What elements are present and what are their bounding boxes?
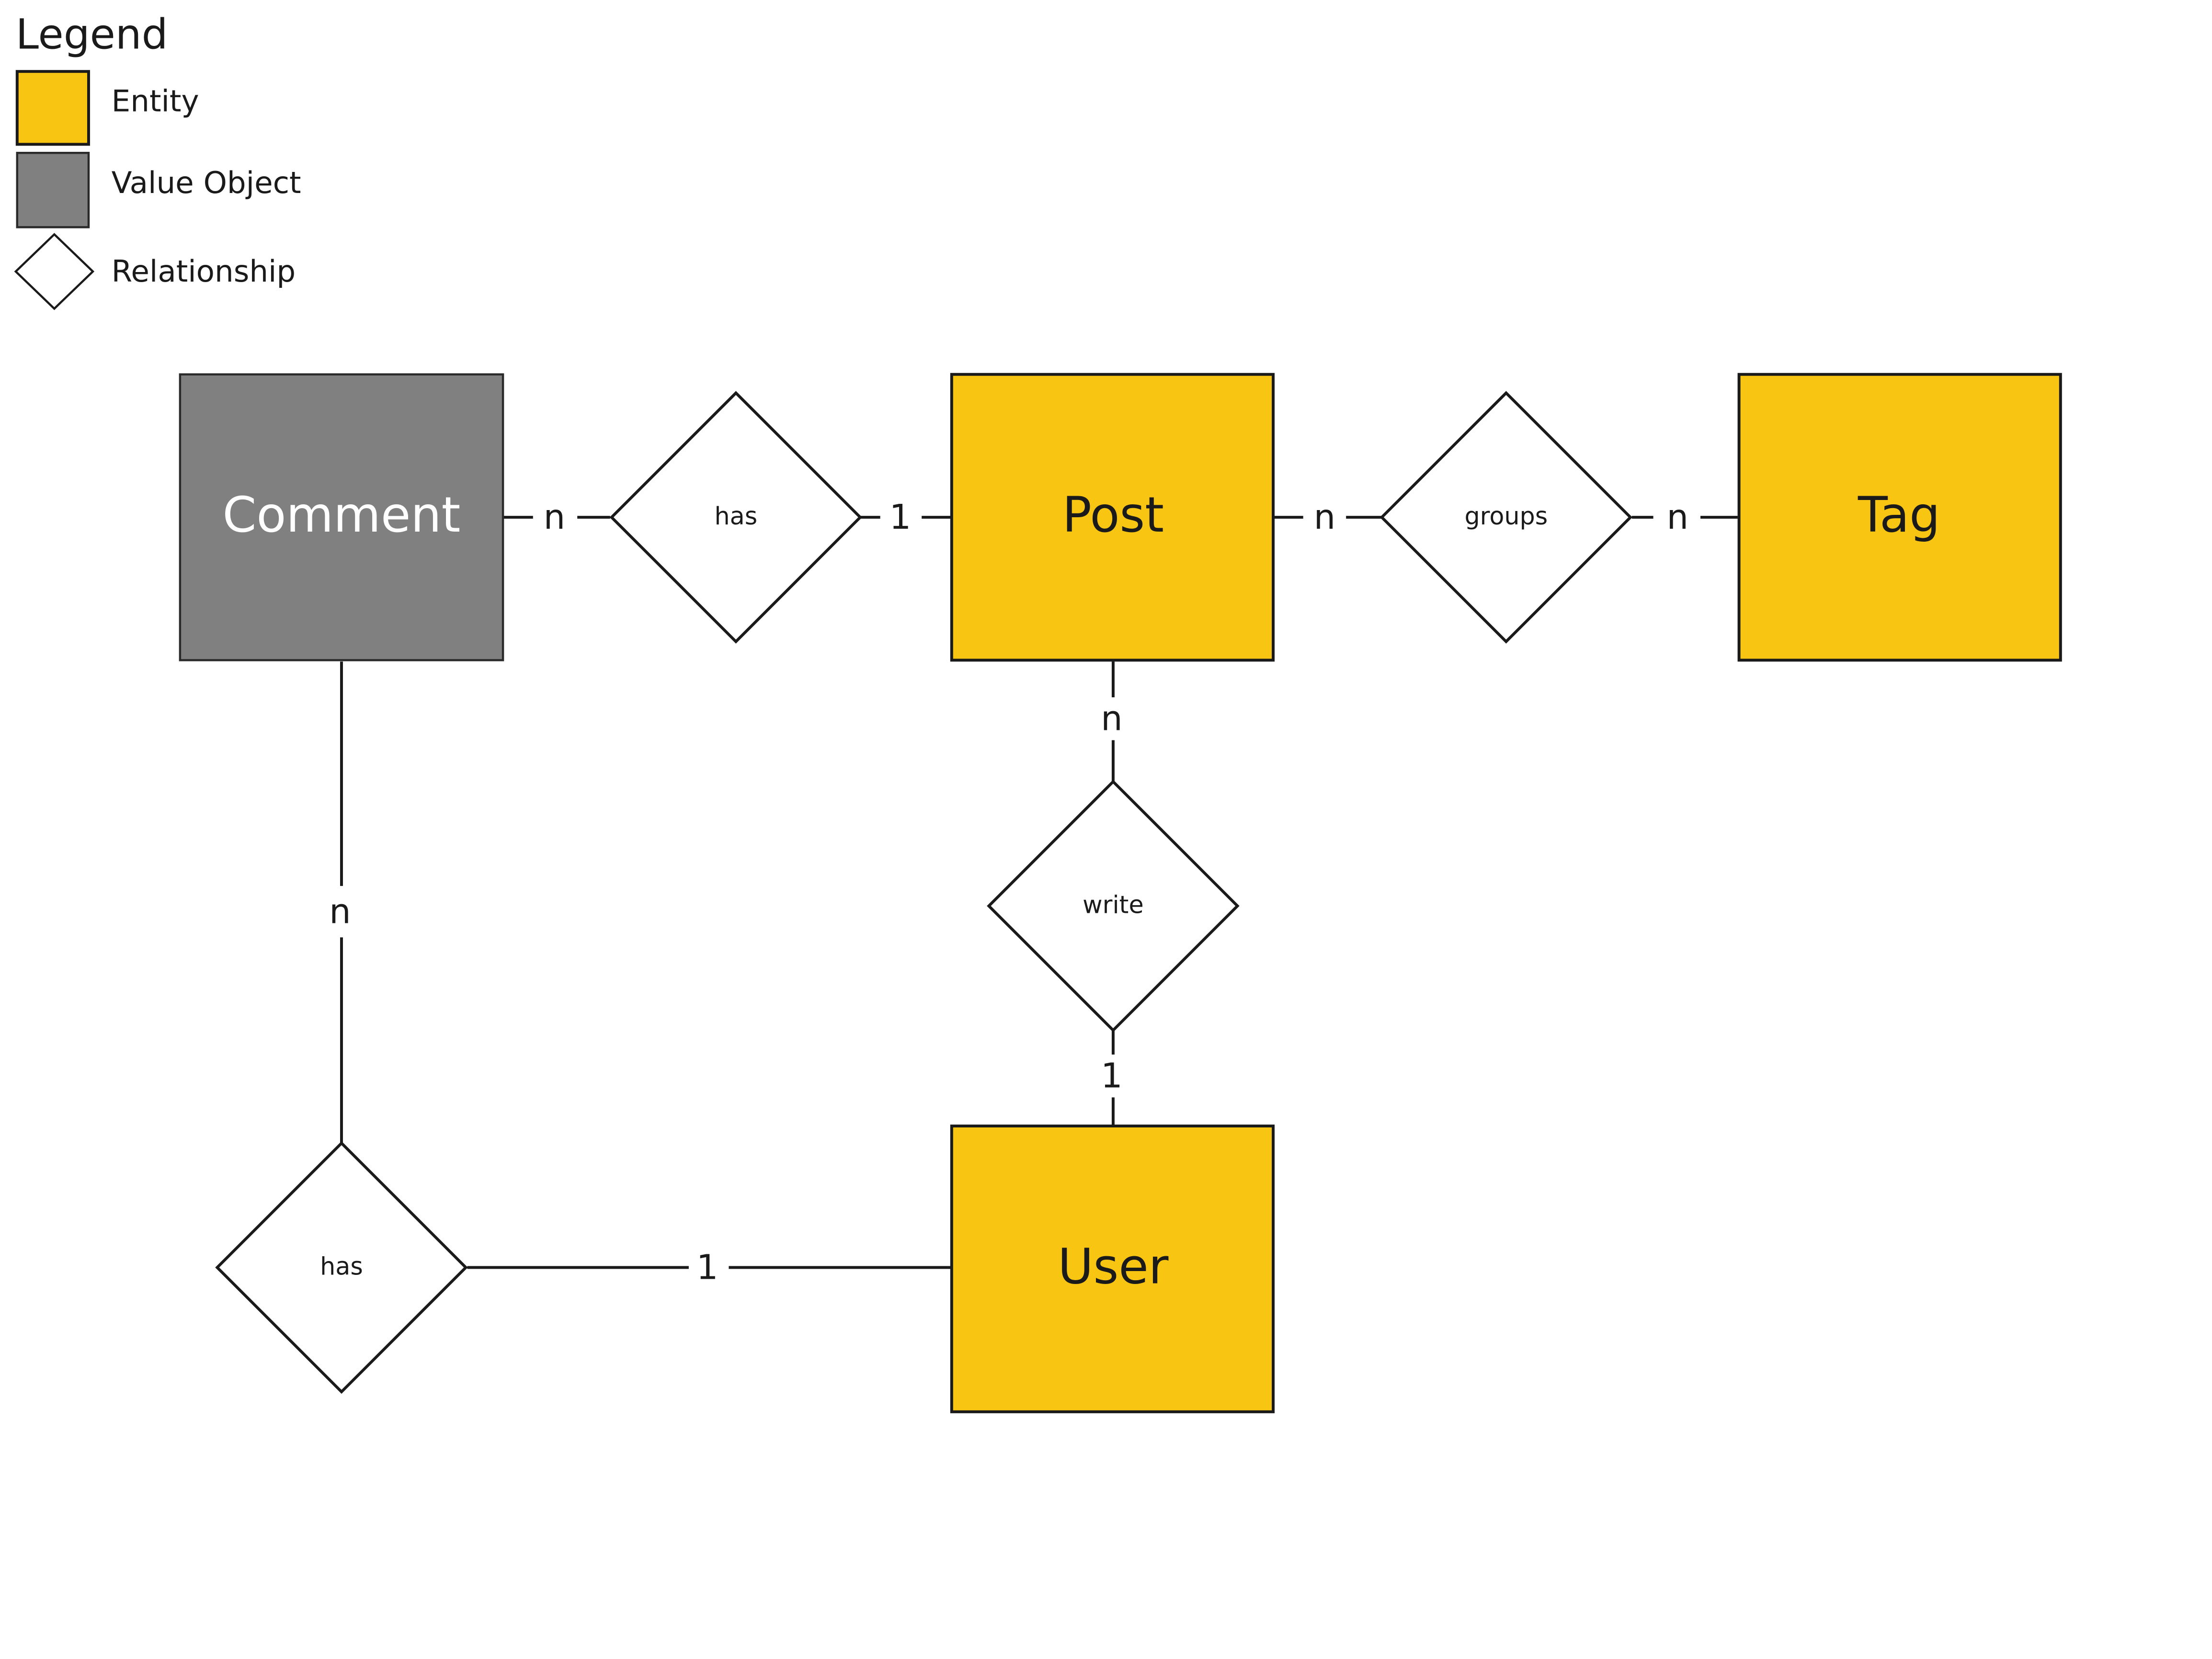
cardinality-label: n [544,497,565,537]
cardinality-label: 1 [1101,1056,1123,1096]
node-label: Tag [1858,487,1940,543]
er-diagram: Legend Entity Value Object Relationship [14,11,2062,1413]
node-user[interactable]: User [950,1125,1275,1413]
relationship-has-top[interactable]: has [609,391,863,644]
node-label: User [1058,1238,1168,1295]
node-post[interactable]: Post [950,373,1275,662]
relationship-label: has [320,1252,363,1280]
legend: Legend Entity Value Object Relationship [14,11,301,310]
legend-relationship-swatch [14,233,95,310]
relationship-label: write [1083,891,1143,919]
legend-entity-label: Entity [112,84,199,119]
cardinality-label: n [1667,497,1688,537]
cardinality-label: n [1101,699,1122,739]
node-label: Post [1062,487,1164,543]
cardinality-label: 1 [889,497,912,537]
legend-value-object-swatch [16,152,90,228]
relationship-label: has [715,502,758,530]
cardinality-label: 1 [696,1247,718,1287]
relationship-label: groups [1464,502,1548,530]
node-comment[interactable]: Comment [179,373,504,661]
legend-entity-swatch [15,70,90,146]
legend-value-object-label: Value Object [112,165,301,200]
cardinality-label: n [329,891,351,931]
node-label: Comment [223,487,461,543]
node-tag[interactable]: Tag [1737,373,2062,662]
legend-relationship-label: Relationship [112,254,296,289]
relationship-write[interactable]: write [987,779,1240,1033]
legend-title: Legend [16,11,168,58]
cardinality-label: n [1314,497,1335,537]
relationship-has-bottom[interactable]: has [215,1141,468,1394]
relationship-groups[interactable]: groups [1380,391,1633,644]
